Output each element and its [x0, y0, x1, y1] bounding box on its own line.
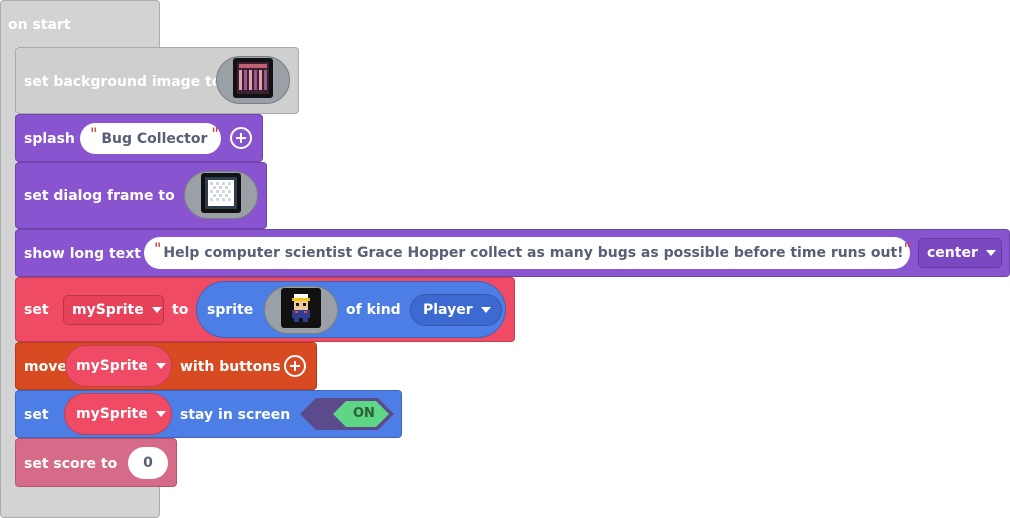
dialog-frame-picker[interactable]: [184, 171, 258, 219]
open-quote-icon: ": [90, 124, 98, 143]
sprite-kind-value: Player: [423, 302, 473, 318]
sprite-variable-dropdown[interactable]: mySprite: [63, 295, 164, 325]
on-start-footer[interactable]: [0, 486, 160, 518]
chevron-down-icon: [480, 307, 491, 313]
chevron-down-icon: [155, 411, 166, 417]
score-value-input[interactable]: 0: [128, 447, 168, 479]
plus-circle-icon[interactable]: [284, 355, 306, 377]
chevron-down-icon: [155, 363, 166, 369]
splash-text-value: Bug Collector: [101, 130, 208, 147]
stay-in-screen-toggle[interactable]: ON: [300, 398, 394, 430]
of-kind-label: of kind: [346, 302, 401, 318]
chevron-down-icon: [151, 307, 162, 313]
text-position-value: center: [927, 245, 978, 261]
stay-in-screen-label: stay in screen: [180, 407, 291, 423]
splash-label: splash: [24, 131, 75, 147]
grace-hopper-sprite-icon: [281, 288, 321, 332]
set-score-label: set score to: [24, 456, 118, 472]
set-background-label: set background image to: [24, 74, 222, 90]
on-start-arm: [0, 46, 16, 488]
plus-circle-icon[interactable]: [230, 127, 252, 149]
score-value: 0: [143, 455, 153, 471]
show-long-text-label: show long text: [24, 246, 141, 262]
sprite-variable-value: mySprite: [72, 302, 144, 318]
toggle-state-label: ON: [353, 406, 375, 421]
chevron-down-icon: [985, 250, 996, 256]
move-sprite-variable-dropdown[interactable]: mySprite: [65, 345, 172, 387]
background-image-picker[interactable]: [216, 56, 290, 104]
stay-set-label: set: [24, 407, 49, 423]
long-text-value: Help computer scientist Grace Hopper col…: [163, 245, 904, 261]
close-quote-icon: ": [211, 124, 219, 143]
on-start-label: on start: [8, 17, 71, 33]
sprite-kind-dropdown[interactable]: Player: [410, 294, 502, 326]
open-quote-icon: ": [154, 238, 162, 258]
stay-sprite-variable-value: mySprite: [76, 406, 148, 422]
stay-sprite-variable-dropdown[interactable]: mySprite: [64, 393, 172, 435]
background-image-icon: [233, 58, 273, 102]
set-dialog-frame-label: set dialog frame to: [24, 188, 175, 204]
move-sprite-variable-value: mySprite: [76, 358, 148, 374]
sprite-label: sprite: [207, 302, 254, 318]
long-text-input[interactable]: " Help computer scientist Grace Hopper c…: [144, 237, 911, 269]
move-label: move: [24, 359, 67, 375]
close-quote-icon: ": [903, 238, 911, 258]
text-position-dropdown[interactable]: center: [918, 238, 1002, 268]
set-sprite-set-label: set: [24, 302, 49, 318]
set-sprite-to-label: to: [172, 302, 189, 318]
splash-text-input[interactable]: " Bug Collector ": [80, 123, 221, 154]
with-buttons-label: with buttons: [180, 359, 281, 375]
sprite-image-picker[interactable]: [264, 286, 338, 334]
dialog-frame-icon: [201, 173, 241, 217]
